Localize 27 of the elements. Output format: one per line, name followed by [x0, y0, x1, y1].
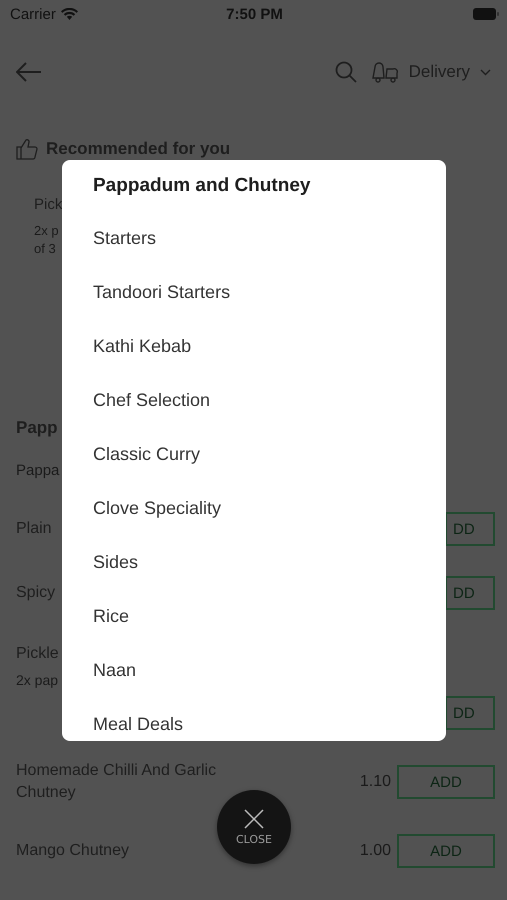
item-description: 2x pap — [16, 671, 58, 689]
item-description: 2x p — [34, 222, 59, 240]
wifi-icon — [60, 8, 78, 20]
item-description: of 3 — [34, 240, 56, 258]
category-item[interactable]: Rice — [93, 589, 446, 643]
chevron-down-icon — [480, 68, 491, 76]
battery-icon — [472, 8, 499, 20]
thumbs-up-icon — [16, 138, 38, 160]
close-button[interactable]: CLOSE — [217, 790, 291, 864]
item-price: 1.10 — [360, 773, 391, 791]
category-subtitle: Pappa — [16, 461, 60, 481]
category-item[interactable]: Chef Selection — [93, 373, 446, 427]
category-item[interactable]: Meal Deals — [93, 697, 446, 741]
category-item[interactable]: Naan — [93, 643, 446, 697]
category-item[interactable]: Starters — [93, 211, 446, 265]
clock-time: 7:50 PM — [226, 6, 283, 22]
close-icon — [244, 808, 264, 828]
item-price: 1.00 — [360, 842, 391, 860]
category-item[interactable]: Kathi Kebab — [93, 319, 446, 373]
category-item[interactable]: Clove Speciality — [93, 481, 446, 535]
search-icon[interactable] — [334, 61, 357, 83]
category-item[interactable]: Sides — [93, 535, 446, 589]
category-item[interactable]: Tandoori Starters — [93, 265, 446, 319]
carrier-label: Carrier — [10, 6, 56, 22]
back-arrow-icon[interactable] — [16, 62, 42, 82]
category-item[interactable]: Classic Curry — [93, 427, 446, 481]
category-item[interactable]: Pappadum and Chutney — [93, 172, 446, 200]
